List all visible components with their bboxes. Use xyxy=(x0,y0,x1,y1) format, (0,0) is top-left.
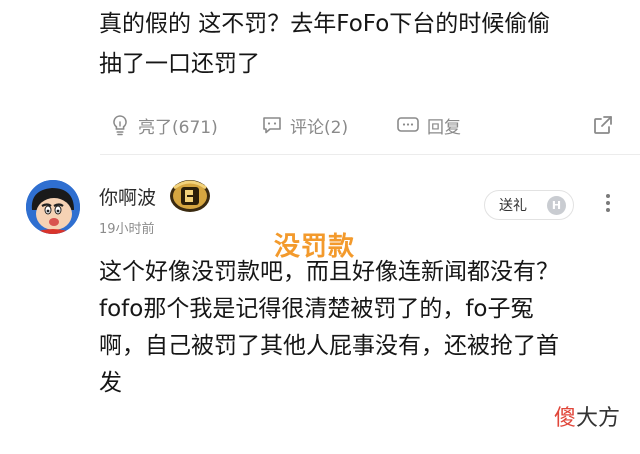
previous-comment-line: 抽了一口还罚了 xyxy=(99,51,260,77)
comment-line: 啊，自己被罚了其他人屁事没有，还被抢了首 xyxy=(99,333,559,359)
watermark: 傻大方 xyxy=(554,400,620,432)
comment-line: 这个好像没罚款吧，而且好像连新闻都没有？ xyxy=(99,259,559,285)
reply-label: 回复 xyxy=(427,117,461,138)
comment-text: 这个好像没罚款吧，而且好像连新闻都没有？ fofo那个我是记得很清楚被罚了的，f… xyxy=(99,254,629,402)
username[interactable]: 你啊波 xyxy=(99,183,156,210)
like-button[interactable]: 亮了(671) xyxy=(108,110,218,140)
divider xyxy=(100,154,640,155)
bulb-icon xyxy=(113,115,127,136)
watermark-part: 傻 xyxy=(553,406,576,431)
comment-line: fofo那个我是记得很清楚被罚了的，fo子冤 xyxy=(99,296,534,322)
gift-button[interactable]: 送礼 H xyxy=(484,190,574,220)
share-button[interactable] xyxy=(591,110,615,140)
more-vertical-icon[interactable] xyxy=(598,191,618,219)
like-count-label: 亮了(671) xyxy=(138,117,218,138)
comment-timestamp: 19小时前 xyxy=(99,222,155,237)
reply-bubble-icon xyxy=(397,117,419,132)
comment-count-label: 评论(2) xyxy=(290,117,349,138)
gift-level-icon: H xyxy=(547,196,566,215)
avatar[interactable] xyxy=(26,180,80,234)
share-icon xyxy=(594,116,612,134)
reply-button[interactable]: 回复 xyxy=(395,110,461,140)
comment-button[interactable]: 评论(2) xyxy=(260,110,348,140)
comment-line: 发 xyxy=(99,370,122,396)
avatar-image xyxy=(26,180,80,234)
gift-label: 送礼 xyxy=(499,198,527,214)
comment-thread: 真的假的 这不罚？去年FoFo下台的时候偷偷 抽了一口还罚了 亮了(671) 评… xyxy=(0,0,640,454)
level-badge-icon xyxy=(170,180,210,212)
previous-comment-line: 真的假的 这不罚？去年FoFo下台的时候偷偷 xyxy=(99,11,551,37)
watermark-part: 大方 xyxy=(575,406,620,431)
action-bar: 亮了(671) 评论(2) 回复 xyxy=(108,110,618,140)
previous-comment-text: 真的假的 这不罚？去年FoFo下台的时候偷偷 抽了一口还罚了 xyxy=(99,4,629,84)
comment-bubble-icon xyxy=(263,117,281,134)
